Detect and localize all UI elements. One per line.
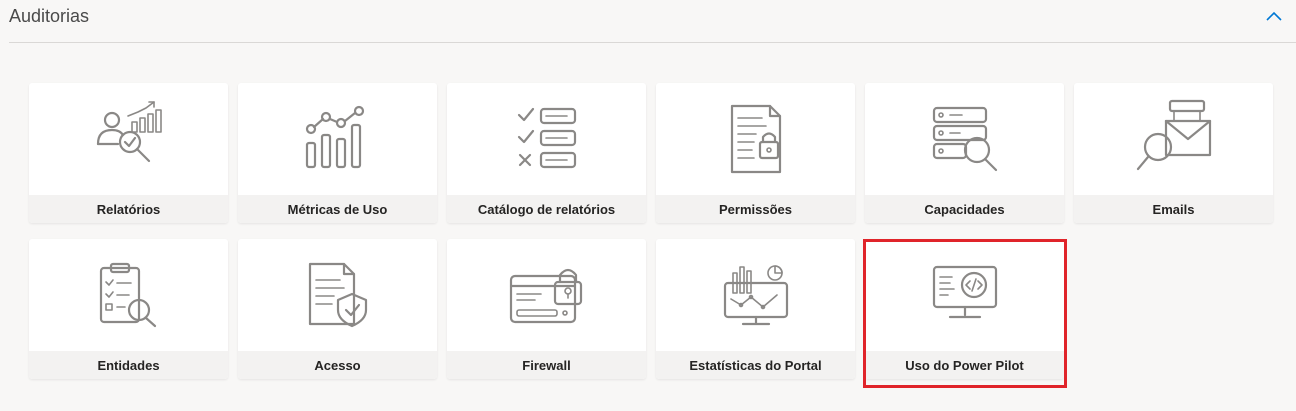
- section-header: Auditorias: [0, 0, 1296, 42]
- tile-capacidades[interactable]: Capacidades: [865, 83, 1064, 223]
- tile-label: Entidades: [29, 351, 228, 379]
- tile-label: Relatórios: [29, 195, 228, 223]
- email-search-icon: [1074, 83, 1273, 195]
- document-shield-icon: [238, 239, 437, 351]
- tile-firewall[interactable]: Firewall: [447, 239, 646, 379]
- tile-label: Permissões: [656, 195, 855, 223]
- tile-acesso[interactable]: Acesso: [238, 239, 437, 379]
- tile-label: Estatísticas do Portal: [656, 351, 855, 379]
- tile-label: Firewall: [447, 351, 646, 379]
- tile-catalogo-de-relatorios[interactable]: Catálogo de relatórios: [447, 83, 646, 223]
- collapse-button[interactable]: [1262, 6, 1286, 26]
- checklist-catalog-icon: [447, 83, 646, 195]
- tile-permissoes[interactable]: Permissões: [656, 83, 855, 223]
- tile-label: Acesso: [238, 351, 437, 379]
- firewall-lock-icon: [447, 239, 646, 351]
- usage-metrics-chart-icon: [238, 83, 437, 195]
- tile-uso-do-power-pilot[interactable]: Uso do Power Pilot: [865, 239, 1064, 379]
- report-analytics-icon: [29, 83, 228, 195]
- tile-label: Métricas de Uso: [238, 195, 437, 223]
- tile-label: Uso do Power Pilot: [865, 351, 1064, 379]
- tile-label: Catálogo de relatórios: [447, 195, 646, 223]
- clipboard-search-icon: [29, 239, 228, 351]
- tile-emails[interactable]: Emails: [1074, 83, 1273, 223]
- chevron-up-icon: [1266, 11, 1282, 21]
- portal-stats-monitor-icon: [656, 239, 855, 351]
- server-search-icon: [865, 83, 1064, 195]
- tile-metricas-de-uso[interactable]: Métricas de Uso: [238, 83, 437, 223]
- document-lock-icon: [656, 83, 855, 195]
- section-title: Auditorias: [9, 6, 90, 26]
- tile-label: Emails: [1074, 195, 1273, 223]
- tile-estatisticas-do-portal[interactable]: Estatísticas do Portal: [656, 239, 855, 379]
- section-divider: [9, 42, 1296, 43]
- tile-relatorios[interactable]: Relatórios: [29, 83, 228, 223]
- tile-label: Capacidades: [865, 195, 1064, 223]
- code-monitor-icon: [865, 239, 1064, 351]
- tile-entidades[interactable]: Entidades: [29, 239, 228, 379]
